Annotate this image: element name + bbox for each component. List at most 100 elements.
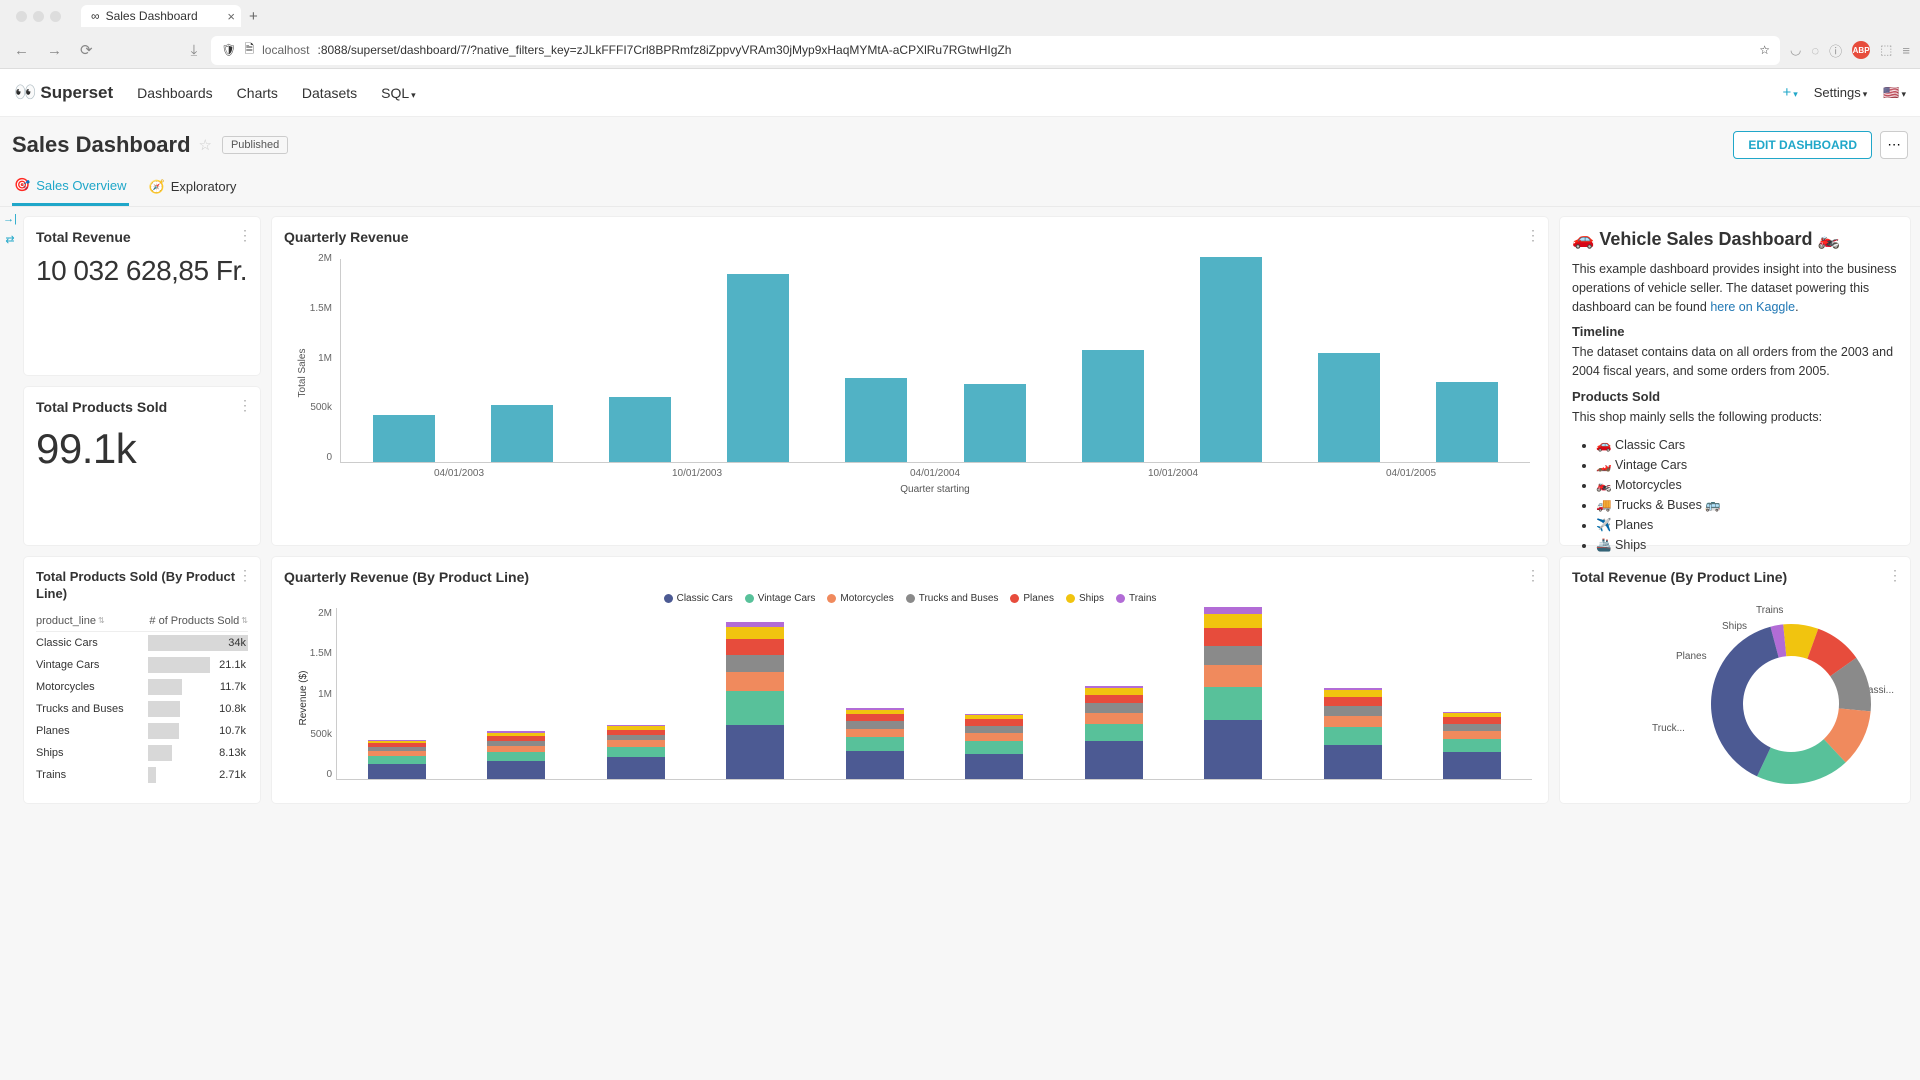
stacked-column[interactable]	[487, 731, 545, 779]
stacked-column[interactable]	[1324, 688, 1382, 779]
table-row[interactable]: Trains2.71k	[36, 764, 248, 786]
new-tab-button[interactable]: +	[249, 8, 258, 25]
forward-button[interactable]: →	[43, 40, 66, 61]
pocket-icon[interactable]: ◡	[1790, 42, 1801, 58]
chart-bar[interactable]	[1200, 257, 1262, 462]
tab-exploratory[interactable]: 🧭 Exploratory	[147, 167, 239, 206]
stacked-segment	[1085, 695, 1143, 704]
chart-menu-button[interactable]: ⋮	[1526, 227, 1540, 244]
tab-sales-overview[interactable]: 🎯 Sales Overview	[12, 167, 129, 206]
download-icon[interactable]: ⤓	[187, 40, 202, 61]
stacked-segment	[1324, 706, 1382, 716]
table-row[interactable]: Planes10.7k	[36, 720, 248, 742]
dashboard-header: Sales Dashboard ☆ Published EDIT DASHBOA…	[0, 117, 1920, 167]
stacked-column[interactable]	[1443, 712, 1501, 779]
close-window-icon[interactable]	[16, 11, 27, 22]
bookmark-star-icon[interactable]: ☆	[1759, 43, 1770, 57]
url-input[interactable]: 🛡 🗎 localhost:8088/superset/dashboard/7/…	[211, 36, 1780, 65]
legend-item[interactable]: Motorcycles	[827, 593, 893, 604]
chart-bar[interactable]	[609, 397, 671, 462]
stacked-segment	[1085, 741, 1143, 779]
stacked-column[interactable]	[1085, 686, 1143, 779]
legend-item[interactable]: Classic Cars	[664, 593, 733, 604]
chart-bar[interactable]	[491, 405, 553, 462]
chart-menu-button[interactable]: ⋮	[238, 227, 252, 244]
chart-bar[interactable]	[727, 274, 789, 462]
superset-logo[interactable]: 👀 Superset	[14, 82, 113, 103]
table-row[interactable]: Motorcycles11.7k	[36, 676, 248, 698]
add-button[interactable]: +▾	[1782, 84, 1797, 101]
extension-icon[interactable]: ⬚	[1880, 42, 1892, 58]
back-button[interactable]: ←	[10, 40, 33, 61]
legend-item[interactable]: Vintage Cars	[745, 593, 816, 604]
table-row[interactable]: Vintage Cars21.1k	[36, 654, 248, 676]
nav-datasets[interactable]: Datasets	[302, 85, 357, 101]
list-item: 🚗 Classic Cars	[1596, 435, 1898, 455]
chart-menu-button[interactable]: ⋮	[1526, 567, 1540, 584]
legend-swatch	[1010, 594, 1019, 603]
expand-filters-icon[interactable]: →|	[3, 213, 17, 225]
window-controls[interactable]	[8, 11, 69, 22]
stacked-bar-chart[interactable]: Revenue ($) 2M 1.5M 1M 500k 0	[284, 608, 1536, 788]
hamburger-menu-icon[interactable]: ≡	[1902, 43, 1910, 58]
col-count[interactable]: # of Products Sold⇅	[148, 615, 248, 627]
chart-bar[interactable]	[373, 415, 435, 462]
chart-bar[interactable]	[1436, 382, 1498, 462]
col-product-line[interactable]: product_line⇅	[36, 615, 148, 627]
maximize-window-icon[interactable]	[50, 11, 61, 22]
table-row[interactable]: Trucks and Buses10.8k	[36, 698, 248, 720]
legend-item[interactable]: Trucks and Buses	[906, 593, 999, 604]
info-icon[interactable]: ⓘ	[1829, 41, 1842, 60]
nav-charts[interactable]: Charts	[237, 85, 278, 101]
legend-item[interactable]: Ships	[1066, 593, 1104, 604]
stacked-segment	[846, 714, 904, 721]
locale-flag[interactable]: 🇺🇸▾	[1883, 85, 1906, 101]
card-products-by-line-table: ⋮ Total Products Sold (By Product Line) …	[24, 557, 260, 803]
table-row[interactable]: Ships8.13k	[36, 742, 248, 764]
browser-chrome: ∞ Sales Dashboard × + ← → ⟳ ⤓ 🛡 🗎 localh…	[0, 0, 1920, 69]
stacked-column[interactable]	[368, 740, 426, 779]
chart-bar[interactable]	[1318, 353, 1380, 462]
dashboard-tabs: 🎯 Sales Overview 🧭 Exploratory	[0, 167, 1920, 207]
stacked-segment	[1204, 687, 1262, 720]
reload-button[interactable]: ⟳	[76, 39, 97, 61]
chart-menu-button[interactable]: ⋮	[238, 397, 252, 414]
stacked-segment	[1443, 739, 1501, 752]
chart-bar[interactable]	[964, 384, 1026, 462]
abp-icon[interactable]: ABP	[1852, 41, 1870, 59]
chart-bar[interactable]	[845, 378, 907, 462]
stacked-column[interactable]	[965, 714, 1023, 779]
app-navbar: 👀 Superset Dashboards Charts Datasets SQ…	[0, 69, 1920, 117]
stacked-segment	[1085, 703, 1143, 712]
minimize-window-icon[interactable]	[33, 11, 44, 22]
chart-menu-button[interactable]: ⋮	[238, 567, 252, 584]
brand-text: Superset	[40, 83, 113, 103]
more-actions-button[interactable]: ⋯	[1880, 131, 1908, 159]
close-tab-icon[interactable]: ×	[227, 9, 235, 24]
stacked-column[interactable]	[846, 708, 904, 779]
stacked-column[interactable]	[607, 725, 665, 779]
settings-dropdown[interactable]: Settings▾	[1814, 85, 1868, 100]
caret-down-icon: ▾	[1901, 89, 1906, 99]
stacked-segment	[1085, 688, 1143, 695]
nav-sql[interactable]: SQL▾	[381, 85, 416, 101]
filter-icon[interactable]: ⇄	[5, 233, 14, 246]
coin-icon[interactable]: ◌	[1811, 43, 1819, 58]
browser-tab[interactable]: ∞ Sales Dashboard ×	[81, 5, 241, 27]
donut-chart[interactable]: Trains Ships Planes Truck... Classi...	[1572, 593, 1898, 793]
legend-item[interactable]: Trains	[1116, 593, 1156, 604]
stacked-column[interactable]	[726, 622, 784, 779]
stacked-column[interactable]	[1204, 607, 1262, 779]
legend-swatch	[827, 594, 836, 603]
chart-menu-button[interactable]: ⋮	[1888, 567, 1902, 584]
kaggle-link[interactable]: here on Kaggle	[1710, 300, 1795, 314]
favorite-star-icon[interactable]: ☆	[199, 136, 212, 154]
nav-dashboards[interactable]: Dashboards	[137, 85, 213, 101]
card-title: Quarterly Revenue	[284, 229, 1536, 245]
table-row[interactable]: Classic Cars34k	[36, 632, 248, 654]
chart-bar[interactable]	[1082, 350, 1144, 462]
bar-chart[interactable]: Total Sales 2M 1.5M 1M 500k 0 04/01/2003…	[284, 253, 1536, 493]
edit-dashboard-button[interactable]: EDIT DASHBOARD	[1733, 131, 1872, 159]
tab-bar: ∞ Sales Dashboard × +	[0, 0, 1920, 32]
legend-item[interactable]: Planes	[1010, 593, 1054, 604]
